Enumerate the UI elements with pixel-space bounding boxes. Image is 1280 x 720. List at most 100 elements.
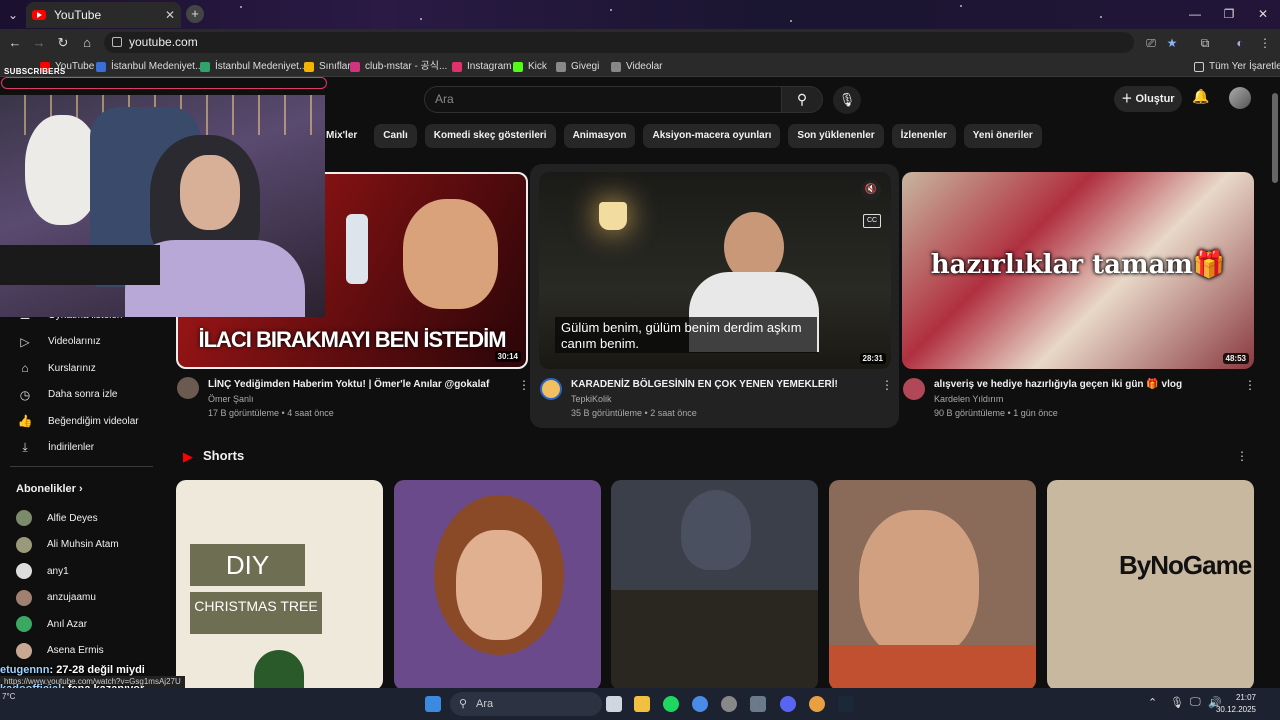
bookmark-item[interactable]: İstanbul Medeniyet...: [200, 56, 307, 77]
more-options-icon[interactable]: ⋮: [1244, 378, 1256, 392]
chip-4[interactable]: Aksiyon-macera oyunları: [643, 124, 781, 148]
taskbar-search[interactable]: ⚲ Ara: [450, 692, 602, 716]
mute-icon[interactable]: 🔇: [861, 180, 881, 200]
video-meta: 90 B görüntüleme • 1 gün önce: [934, 408, 1058, 418]
tray-expand-icon[interactable]: ⌃: [1148, 696, 1157, 709]
chip-7[interactable]: Yeni öneriler: [963, 124, 1042, 148]
short-card[interactable]: ByNoGame: [1047, 480, 1254, 688]
sidebar-item[interactable]: ⤓ İndirilenler: [0, 435, 160, 461]
channel-avatar[interactable]: [903, 378, 925, 400]
bookmark-item[interactable]: Givegi: [556, 56, 599, 77]
duration-badge: 28:31: [859, 353, 886, 364]
reload-icon[interactable]: ↻: [54, 34, 72, 52]
teddy-bear-shape: [25, 115, 100, 225]
bookmark-item[interactable]: İstanbul Medeniyet...: [96, 56, 203, 77]
tab-youtube[interactable]: YouTube ✕: [26, 2, 181, 28]
subscription-item[interactable]: anzujaamu: [0, 585, 160, 611]
extensions-icon[interactable]: ⧉: [1196, 34, 1214, 52]
subscription-item[interactable]: Asena Ermis: [0, 638, 160, 664]
sidebar-item[interactable]: ⌂ Kurslarınız: [0, 355, 160, 381]
video-preview[interactable]: Gülüm benim, gülüm benim derdim aşkım ca…: [539, 172, 891, 369]
app-icon[interactable]: [721, 696, 737, 712]
subscription-item[interactable]: Alfie Deyes: [0, 505, 160, 531]
sidebar-item[interactable]: ◷ Daha sonra izle: [0, 382, 160, 408]
create-button[interactable]: ＋ Oluştur: [1114, 86, 1182, 112]
voice-search-button[interactable]: 🎙: [833, 86, 861, 114]
subscription-label: Alfie Deyes: [47, 512, 98, 524]
search-input[interactable]: Ara: [424, 86, 782, 113]
menu-icon[interactable]: ⋮: [1256, 34, 1274, 52]
minimize-icon[interactable]: —: [1178, 0, 1212, 29]
new-tab-button[interactable]: +: [186, 5, 204, 23]
channel-name[interactable]: TepkiKolik: [571, 394, 612, 404]
notifications-bell-icon[interactable]: 🔔: [1191, 88, 1211, 110]
subscription-item[interactable]: any1: [0, 558, 160, 584]
video-title[interactable]: KARADENİZ BÖLGESİNİN EN ÇOK YENEN YEMEKL…: [571, 379, 871, 390]
more-options-icon[interactable]: ⋮: [518, 378, 530, 392]
back-icon[interactable]: ←: [6, 34, 24, 52]
discord-icon[interactable]: [780, 696, 796, 712]
video-title[interactable]: alışveriş ve hediye hazırlığıyla geçen i…: [934, 379, 1234, 390]
clock[interactable]: 21:07 30.12.2025: [1216, 692, 1256, 716]
chrome-icon[interactable]: [809, 696, 825, 712]
install-icon[interactable]: ⎚: [1142, 34, 1160, 52]
channel-name[interactable]: Kardelen Yıldırım: [934, 394, 1003, 404]
video-icon: ▷: [20, 334, 30, 349]
short-card[interactable]: [394, 480, 601, 688]
tab-search-icon[interactable]: ⌄: [4, 6, 22, 24]
spotify-icon[interactable]: [663, 696, 679, 712]
all-bookmarks-label: Tüm Yer İşaretleri: [1209, 61, 1280, 72]
bookmark-item[interactable]: Sınıflar: [304, 56, 351, 77]
sidebar-item[interactable]: ▷ Videolarınız: [0, 329, 160, 355]
url-field[interactable]: youtube.com: [104, 32, 1134, 53]
avatar[interactable]: [1229, 87, 1251, 109]
bookmark-item[interactable]: Videolar: [611, 56, 663, 77]
home-icon[interactable]: ⌂: [78, 34, 96, 52]
maximize-icon[interactable]: ❐: [1212, 0, 1246, 29]
all-bookmarks[interactable]: Tüm Yer İşaretleri: [1194, 56, 1280, 77]
short-card[interactable]: [611, 480, 818, 688]
sidebar-item-label: Videolarınız: [48, 336, 101, 347]
shorts-more-icon[interactable]: ⋮: [1236, 449, 1248, 463]
bookmark-star-icon[interactable]: ★: [1163, 34, 1181, 52]
windows-start-icon[interactable]: [425, 696, 441, 712]
captions-icon[interactable]: CC: [863, 214, 881, 228]
video-thumbnail[interactable]: hazırlıklar tamam🎁 48:53: [902, 172, 1254, 369]
subscription-item[interactable]: Anıl Azar: [0, 611, 160, 637]
task-view-icon[interactable]: [606, 696, 622, 712]
page-scrollbar[interactable]: [1272, 93, 1278, 183]
chip-0[interactable]: Mix'ler: [320, 124, 366, 148]
taskbar: 7°C ⚲ Ara ⌃ 🎙 🖵 🔊 21:07 30.12.2025: [0, 688, 1280, 720]
short-card[interactable]: [829, 480, 1036, 688]
channel-avatar[interactable]: [177, 377, 199, 399]
subscriptions-title[interactable]: Abonelikler ›: [16, 483, 83, 495]
sidebar-item[interactable]: 👍 Beğendiğim videolar: [0, 408, 160, 434]
short-card[interactable]: DIY CHRISTMAS TREE: [176, 480, 383, 688]
site-info-icon[interactable]: [112, 37, 122, 47]
close-tab-icon[interactable]: ✕: [165, 8, 175, 22]
steam-icon[interactable]: [838, 696, 854, 712]
network-icon[interactable]: 🖵: [1190, 696, 1201, 709]
app-icon[interactable]: [750, 696, 766, 712]
chip-6[interactable]: İzlenenler: [891, 124, 956, 148]
chip-5[interactable]: Son yüklenenler: [788, 124, 884, 148]
file-explorer-icon[interactable]: [634, 696, 650, 712]
chip-1[interactable]: Canlı: [374, 124, 417, 148]
bookmark-item[interactable]: Kick: [513, 56, 547, 77]
forward-icon[interactable]: →: [30, 34, 48, 52]
mic-tray-icon[interactable]: 🎙: [1170, 696, 1184, 709]
chip-3[interactable]: Animasyon: [563, 124, 636, 148]
chrome-icon[interactable]: [692, 696, 708, 712]
address-bar: ← → ↻ ⌂ youtube.com ⎚ ★ ⧉ ◐ ⋮: [0, 29, 1280, 56]
bookmark-item[interactable]: Instagram: [452, 56, 511, 77]
bookmark-item[interactable]: club-mstar - 공식...: [350, 56, 447, 77]
close-window-icon[interactable]: ✕: [1246, 0, 1280, 29]
more-options-icon[interactable]: ⋮: [881, 378, 893, 392]
profile-icon[interactable]: ◐: [1231, 34, 1249, 52]
channel-avatar[interactable]: [540, 378, 562, 400]
subscription-item[interactable]: Ali Muhsin Atam: [0, 532, 160, 558]
search-button[interactable]: ⚲: [781, 86, 823, 113]
chip-2[interactable]: Komedi skeç gösterileri: [424, 124, 556, 148]
channel-name[interactable]: Ömer Şanlı: [208, 394, 254, 404]
video-title[interactable]: LİNÇ Yediğimden Haberim Yoktu! | Ömer'le…: [208, 379, 508, 390]
